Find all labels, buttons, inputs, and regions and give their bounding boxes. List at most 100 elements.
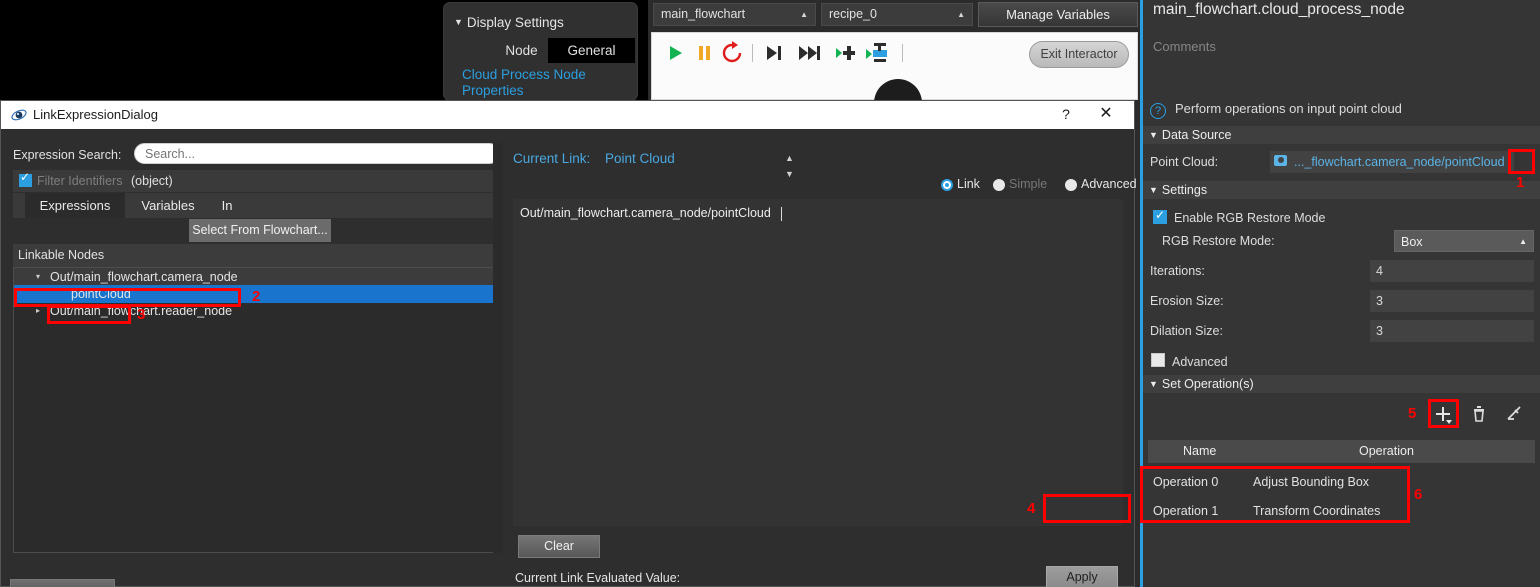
- operation-type: Transform Coordinates: [1253, 504, 1381, 518]
- recipe-select[interactable]: recipe_0 ▲▼: [821, 3, 973, 41]
- manage-variables-button[interactable]: Manage Variables: [978, 2, 1138, 27]
- expression-browser: Expression Search: Filter Identifiers (o…: [13, 143, 505, 553]
- clear-button[interactable]: Clear: [518, 535, 600, 558]
- advanced-row: Advanced: [1140, 350, 1540, 374]
- advanced-checkbox[interactable]: [1151, 353, 1165, 367]
- help-icon[interactable]: ?: [1150, 103, 1166, 119]
- apply-button[interactable]: Apply: [1046, 566, 1118, 587]
- browser-tabs: Expressions Variables In: [13, 193, 501, 218]
- step-fast-icon[interactable]: [797, 41, 823, 65]
- display-settings-panel: ▼ Display Settings Node General Cloud Pro…: [443, 2, 638, 101]
- erosion-size-label: Erosion Size:: [1150, 294, 1224, 308]
- annotation-label-6: 6: [1414, 486, 1423, 503]
- enable-rgb-restore-label: Enable RGB Restore Mode: [1174, 211, 1326, 225]
- edit-operation-button[interactable]: [1502, 401, 1528, 427]
- dilation-size-value[interactable]: 3: [1370, 320, 1534, 342]
- rgb-restore-mode-select[interactable]: Box ▲▼: [1394, 230, 1534, 267]
- radio-label: Simple: [1009, 177, 1048, 191]
- display-settings-label: Display Settings: [466, 15, 564, 30]
- annotation-label-1: 1: [1516, 174, 1525, 191]
- text-caret: [781, 207, 782, 221]
- section-settings-label: Settings: [1161, 183, 1208, 197]
- tab-general[interactable]: General: [548, 38, 635, 63]
- tree-item-camera-node[interactable]: ▾ Out/main_flowchart.camera_node: [14, 268, 500, 286]
- reset-icon[interactable]: [720, 41, 746, 65]
- tab-in[interactable]: In: [209, 193, 245, 218]
- column-operation: Operation: [1359, 444, 1414, 458]
- current-link-value[interactable]: Point Cloud: [605, 151, 675, 166]
- tab-node[interactable]: Node: [494, 38, 549, 63]
- operation-name: Operation 0: [1153, 475, 1219, 489]
- section-settings[interactable]: ▼ Settings: [1143, 181, 1540, 199]
- chevron-down-icon[interactable]: ▾: [36, 272, 40, 281]
- run-to-node-icon[interactable]: [834, 41, 860, 65]
- tree-scrollbar[interactable]: [493, 143, 503, 553]
- table-row[interactable]: Operation 1 Transform Coordinates: [1148, 499, 1535, 524]
- point-cloud-value[interactable]: ..._flowchart.camera_node/pointCloud: [1270, 151, 1514, 173]
- section-caret-icon: ▼: [1149, 185, 1158, 195]
- exit-interactor-button[interactable]: Exit Interactor: [1029, 41, 1129, 68]
- expression-search-label: Expression Search:: [13, 148, 122, 162]
- flowchart-select[interactable]: main_flowchart ▲▼: [653, 3, 816, 41]
- close-icon[interactable]: ✕: [1096, 105, 1116, 125]
- display-settings-tabs: Node General: [444, 38, 639, 63]
- filter-identifiers-checkbox[interactable]: [19, 170, 32, 187]
- operation-type: Adjust Bounding Box: [1253, 475, 1370, 489]
- run-from-node-icon[interactable]: [865, 41, 891, 65]
- erosion-size-value[interactable]: 3: [1370, 290, 1534, 312]
- step-once-icon[interactable]: [762, 41, 788, 65]
- search-input[interactable]: [134, 143, 500, 164]
- cloud-process-node-properties-link[interactable]: Cloud Process Node Properties: [462, 67, 632, 99]
- node-description-text: Perform operations on input point cloud: [1175, 101, 1402, 116]
- select-from-flowchart-bar: Select From Flowchart...: [13, 218, 501, 244]
- expression-editor[interactable]: Out/main_flowchart.camera_node/pointClou…: [513, 199, 1123, 526]
- section-set-operations[interactable]: ▼ Set Operation(s): [1143, 375, 1540, 393]
- iterations-value[interactable]: 4: [1370, 260, 1534, 282]
- erosion-size-row: Erosion Size: 3: [1140, 289, 1540, 313]
- section-data-source[interactable]: ▼ Data Source: [1143, 126, 1540, 144]
- dialog-title: LinkExpressionDialog: [33, 107, 159, 122]
- tree-item-label: pointCloud: [71, 287, 131, 301]
- annotation-label-2: 2: [252, 288, 261, 305]
- section-caret-icon: ▼: [1149, 130, 1158, 140]
- dialog-help-button[interactable]: ?: [1056, 105, 1076, 125]
- node-description-row: ? Perform operations on input point clou…: [1150, 100, 1540, 123]
- display-settings-title: ▼ Display Settings: [454, 15, 564, 30]
- advanced-label: Advanced: [1172, 355, 1228, 369]
- comments-placeholder[interactable]: Comments: [1153, 39, 1216, 54]
- table-row[interactable]: Operation 0 Adjust Bounding Box: [1148, 470, 1535, 495]
- enable-rgb-restore-row: Enable RGB Restore Mode: [1140, 206, 1540, 230]
- iterations-row: Iterations: 4: [1140, 259, 1540, 283]
- evaluated-value-label: Current Link Evaluated Value:: [515, 571, 681, 585]
- add-operation-button[interactable]: [1430, 401, 1456, 427]
- section-caret-icon: ▼: [1149, 379, 1158, 389]
- enable-rgb-restore-checkbox[interactable]: [1153, 208, 1167, 224]
- delete-operation-button[interactable]: [1466, 401, 1492, 427]
- annotation-label-3: 3: [137, 306, 146, 323]
- remove-link-button[interactable]: Remove Link: [10, 579, 115, 587]
- collapse-caret-icon[interactable]: ▼: [454, 17, 463, 27]
- filter-identifiers-label: Filter Identifiers: [37, 174, 123, 188]
- flowchart-canvas-strip: Exit Interactor Start: [651, 32, 1138, 131]
- app-logo-icon: [11, 107, 27, 123]
- dilation-size-row: Dilation Size: 3: [1140, 319, 1540, 343]
- select-from-flowchart-button[interactable]: Select From Flowchart...: [189, 219, 331, 242]
- operation-name: Operation 1: [1153, 504, 1219, 518]
- dialog-title-bar: LinkExpressionDialog ? ✕: [1, 101, 1134, 129]
- dilation-size-label: Dilation Size:: [1150, 324, 1223, 338]
- point-cloud-row: Point Cloud: ..._flowchart.camera_node/p…: [1140, 150, 1540, 174]
- iterations-label: Iterations:: [1150, 264, 1205, 278]
- pause-icon[interactable]: [692, 41, 718, 65]
- column-name: Name: [1183, 444, 1217, 458]
- dialog-body: Expression Search: Filter Identifiers (o…: [1, 129, 1137, 587]
- annotation-label-5: 5: [1408, 405, 1417, 422]
- linkable-nodes-header: Linkable Nodes: [13, 244, 501, 267]
- tree-item-label: Out/main_flowchart.camera_node: [50, 270, 238, 284]
- linkable-nodes-tree: ▾ Out/main_flowchart.camera_node pointCl…: [13, 267, 501, 553]
- tab-expressions[interactable]: Expressions: [25, 193, 125, 218]
- camera-icon: [1274, 155, 1287, 166]
- play-icon[interactable]: [662, 41, 688, 65]
- chevron-right-icon[interactable]: ▸: [36, 306, 40, 315]
- chevron-updown-icon[interactable]: ▲ ▼: [785, 150, 794, 182]
- tab-variables[interactable]: Variables: [128, 193, 208, 218]
